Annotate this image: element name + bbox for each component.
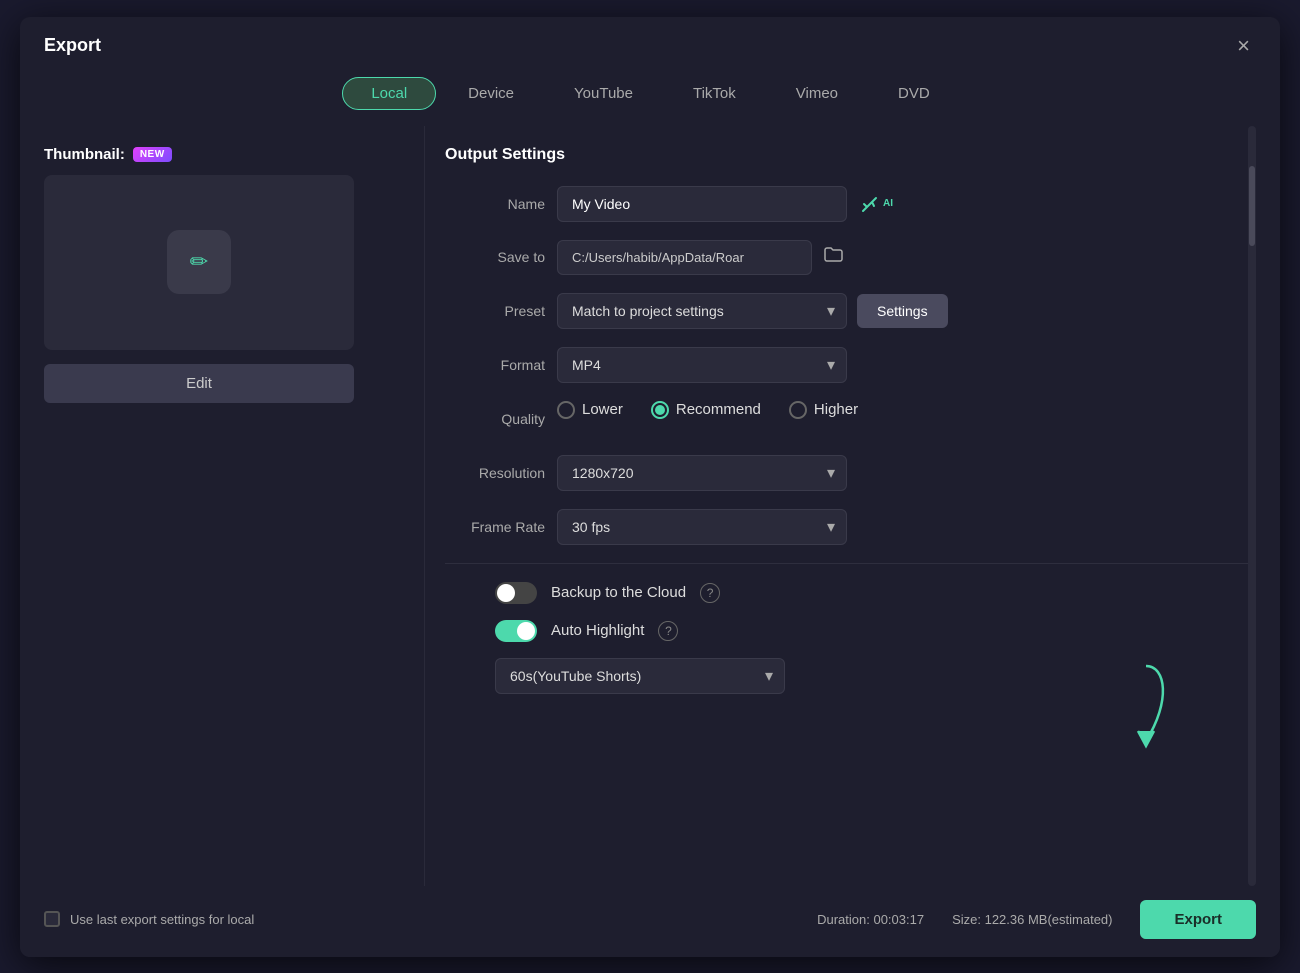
export-dialog: Export × Local Device YouTube TikTok Vim… — [20, 17, 1280, 957]
tabs-row: Local Device YouTube TikTok Vimeo DVD — [20, 71, 1280, 126]
ai-label: AI — [883, 198, 893, 209]
ai-icon[interactable]: AI — [859, 193, 893, 215]
export-button[interactable]: Export — [1140, 900, 1256, 939]
format-label: Format — [445, 357, 545, 373]
highlight-duration-select-wrap: 60s(YouTube Shorts) 30s 90s — [495, 658, 785, 694]
frame-rate-select[interactable]: 30 fps 24 fps 60 fps — [557, 509, 847, 545]
highlight-duration-select[interactable]: 60s(YouTube Shorts) 30s 90s — [495, 658, 785, 694]
highlight-duration-row: 60s(YouTube Shorts) 30s 90s — [445, 658, 1256, 694]
size-text: Size: 122.36 MB(estimated) — [952, 912, 1112, 927]
tab-device[interactable]: Device — [440, 78, 542, 109]
quality-higher-label: Higher — [814, 401, 858, 418]
main-content: Thumbnail: NEW ✏ Edit Output Settings Na… — [20, 126, 1280, 886]
bottom-bar: Use last export settings for local Durat… — [20, 886, 1280, 957]
name-input[interactable] — [557, 186, 847, 222]
right-bottom: Duration: 00:03:17 Size: 122.36 MB(estim… — [817, 900, 1256, 939]
use-last-label: Use last export settings for local — [70, 912, 254, 927]
new-badge: NEW — [133, 147, 172, 162]
auto-highlight-row: Auto Highlight ? — [445, 620, 1256, 642]
preset-row: Preset Match to project settings Custom … — [445, 293, 1256, 329]
tab-vimeo[interactable]: Vimeo — [768, 78, 866, 109]
auto-highlight-toggle-knob — [517, 622, 535, 640]
radio-dot-recommend — [655, 405, 665, 415]
backup-row: Backup to the Cloud ? — [445, 582, 1256, 604]
preset-label: Preset — [445, 303, 545, 319]
name-row: Name AI — [445, 186, 1256, 222]
scrollbar[interactable] — [1248, 126, 1256, 886]
backup-toggle[interactable] — [495, 582, 537, 604]
resolution-label: Resolution — [445, 465, 545, 481]
save-to-input-row — [557, 240, 844, 275]
frame-rate-select-wrap: 30 fps 24 fps 60 fps — [557, 509, 847, 545]
resolution-row: Resolution 1280x720 1920x1080 3840x2160 … — [445, 455, 1256, 491]
preset-select[interactable]: Match to project settings Custom — [557, 293, 847, 329]
tab-youtube[interactable]: YouTube — [546, 78, 661, 109]
save-path-input[interactable] — [557, 240, 812, 275]
title-bar: Export × — [20, 17, 1280, 71]
radio-circle-lower — [557, 401, 575, 419]
left-panel: Thumbnail: NEW ✏ Edit — [44, 126, 404, 886]
frame-rate-label: Frame Rate — [445, 519, 545, 535]
save-to-row: Save to — [445, 240, 1256, 275]
backup-toggle-knob — [497, 584, 515, 602]
thumbnail-icon-wrap: ✏ — [167, 230, 231, 294]
quality-recommend-label: Recommend — [676, 401, 761, 418]
format-select[interactable]: MP4 MOV AVI MKV — [557, 347, 847, 383]
quality-recommend[interactable]: Recommend — [651, 401, 761, 419]
dialog-title: Export — [44, 35, 101, 56]
output-settings-title: Output Settings — [445, 146, 1256, 164]
close-button[interactable]: × — [1231, 33, 1256, 59]
folder-button[interactable] — [822, 243, 844, 271]
quality-lower-label: Lower — [582, 401, 623, 418]
quality-higher[interactable]: Higher — [789, 401, 858, 419]
auto-highlight-label: Auto Highlight — [551, 622, 644, 639]
scrollbar-thumb — [1249, 166, 1255, 246]
duration-text: Duration: 00:03:17 — [817, 912, 924, 927]
save-to-label: Save to — [445, 249, 545, 265]
auto-highlight-toggle[interactable] — [495, 620, 537, 642]
edit-button[interactable]: Edit — [44, 364, 354, 403]
format-select-wrap: MP4 MOV AVI MKV — [557, 347, 847, 383]
right-panel: Output Settings Name AI Save to — [424, 126, 1256, 886]
auto-highlight-help-icon[interactable]: ? — [658, 621, 678, 641]
radio-circle-recommend — [651, 401, 669, 419]
quality-row: Quality Lower Recommend — [445, 401, 1256, 437]
divider — [445, 563, 1256, 564]
preset-input-row: Match to project settings Custom Setting… — [557, 293, 948, 329]
tab-local[interactable]: Local — [342, 77, 436, 110]
frame-rate-row: Frame Rate 30 fps 24 fps 60 fps — [445, 509, 1256, 545]
format-row: Format MP4 MOV AVI MKV — [445, 347, 1256, 383]
resolution-select[interactable]: 1280x720 1920x1080 3840x2160 640x480 — [557, 455, 847, 491]
thumbnail-preview: ✏ — [44, 175, 354, 350]
backup-help-icon[interactable]: ? — [700, 583, 720, 603]
settings-button[interactable]: Settings — [857, 294, 948, 328]
radio-circle-higher — [789, 401, 807, 419]
tab-dvd[interactable]: DVD — [870, 78, 958, 109]
backup-label: Backup to the Cloud — [551, 584, 686, 601]
quality-label: Quality — [445, 411, 545, 427]
use-last-row: Use last export settings for local — [44, 911, 254, 927]
tab-tiktok[interactable]: TikTok — [665, 78, 764, 109]
quality-options: Lower Recommend Higher — [557, 401, 858, 419]
thumbnail-label: Thumbnail: NEW — [44, 146, 404, 163]
use-last-checkbox[interactable] — [44, 911, 60, 927]
resolution-select-wrap: 1280x720 1920x1080 3840x2160 640x480 — [557, 455, 847, 491]
pencil-icon: ✏ — [190, 249, 208, 275]
name-label: Name — [445, 196, 545, 212]
quality-lower[interactable]: Lower — [557, 401, 623, 419]
preset-select-wrap: Match to project settings Custom — [557, 293, 847, 329]
